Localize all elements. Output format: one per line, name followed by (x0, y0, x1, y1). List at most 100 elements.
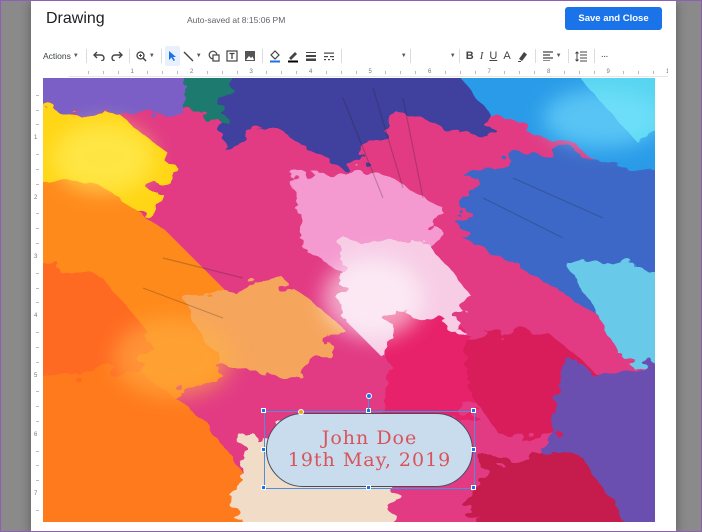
ruler-tick (296, 71, 298, 74)
bubble-date-text[interactable]: 19th May, 2019 (288, 449, 452, 472)
drawing-canvas[interactable]: John Doe 19th May, 2019 (43, 78, 655, 522)
toolbar-divider (534, 49, 536, 63)
ruler-tick (36, 183, 39, 185)
resize-handle-bottom[interactable] (366, 485, 371, 490)
ruler-tick (236, 71, 238, 74)
actions-label: Actions (43, 51, 71, 61)
ruler-tick (36, 243, 39, 245)
ruler-tick (36, 168, 39, 170)
ruler-tick (623, 71, 625, 74)
toolbar-divider (458, 49, 460, 63)
ruler-label: 5 (34, 372, 38, 379)
ruler-label: 1 (34, 135, 38, 142)
shape-icon[interactable] (205, 46, 223, 66)
chevron-down-icon: ▼ (555, 53, 562, 59)
line-spacing-icon[interactable] (572, 46, 591, 66)
ruler-tick (206, 71, 208, 74)
ruler-tick (281, 71, 283, 74)
ruler-tick (177, 71, 179, 74)
text-box-icon[interactable] (223, 46, 241, 66)
image-icon[interactable] (241, 46, 259, 66)
ruler-tick (325, 71, 327, 74)
ruler-label: 2 (190, 69, 194, 75)
ruler-tick (36, 480, 39, 482)
ruler-tick (36, 509, 39, 511)
resize-handle-right[interactable] (471, 447, 476, 452)
underline-icon[interactable]: U (486, 46, 500, 66)
ruler-tick (355, 71, 357, 74)
resize-handle-left[interactable] (261, 447, 266, 452)
ruler-tick (459, 71, 461, 74)
chevron-down-icon: ▼ (400, 53, 407, 59)
align-icon[interactable]: ▼ (539, 46, 565, 66)
chevron-down-icon: ▼ (449, 53, 456, 59)
ruler-tick (504, 71, 506, 74)
resize-handle-top-right[interactable] (471, 408, 476, 413)
select-icon[interactable] (164, 46, 180, 66)
ruler-label: 4 (34, 313, 38, 320)
bubble-name-text[interactable]: John Doe (322, 427, 418, 450)
ruler-tick (87, 71, 89, 74)
ruler-tick (36, 272, 39, 274)
ruler-label: 1 (130, 69, 134, 75)
resize-handle-top-left[interactable] (261, 408, 266, 413)
ruler-label: 6 (34, 431, 38, 438)
ruler-tick (36, 228, 39, 230)
font-dropdown[interactable]: ▼ (345, 48, 407, 64)
undo-icon[interactable] (90, 46, 108, 66)
ruler-tick (36, 450, 39, 452)
ruler-tick (415, 71, 417, 74)
ruler-label: 7 (487, 69, 491, 75)
dialog-header: Drawing Auto-saved at 8:15:06 PM Save an… (31, 0, 676, 44)
toolbar-divider (567, 49, 569, 63)
text-color-icon[interactable]: A (500, 46, 513, 66)
rotate-connector (368, 399, 369, 409)
zoom-icon[interactable]: ▼ (133, 46, 158, 66)
ruler-tick (36, 420, 39, 422)
ruler-tick (36, 332, 39, 334)
redo-icon[interactable] (108, 46, 126, 66)
bold-icon[interactable]: B (463, 46, 477, 66)
ruler-tick (519, 71, 521, 74)
rotate-handle[interactable] (366, 393, 372, 399)
line-color-icon[interactable] (284, 46, 302, 66)
ruler-tick (36, 287, 39, 289)
resize-handle-bottom-left[interactable] (261, 485, 266, 490)
rounded-rectangle-shape[interactable]: John Doe 19th May, 2019 (266, 413, 473, 487)
drawing-dialog: Drawing Auto-saved at 8:15:06 PM Save an… (31, 0, 676, 532)
ruler-label: 5 (368, 69, 372, 75)
ruler-tick (36, 391, 39, 393)
ruler-tick (534, 71, 536, 74)
save-and-close-button[interactable]: Save and Close (565, 7, 662, 30)
actions-menu[interactable]: Actions ▼ (39, 46, 83, 66)
ruler-tick (36, 124, 39, 126)
line-weight-icon[interactable] (302, 46, 320, 66)
toolbar-divider (128, 49, 130, 63)
more-icon[interactable]: ··· (598, 46, 611, 66)
font-size-dropdown[interactable]: ▼ (414, 48, 456, 64)
ruler-label: 6 (428, 69, 432, 75)
resize-handle-bottom-right[interactable] (471, 485, 476, 490)
toolbar-divider (160, 49, 162, 63)
highlight-icon[interactable] (514, 46, 532, 66)
ruler-label: 2 (34, 194, 38, 201)
ruler-tick (578, 71, 580, 74)
ruler-tick (340, 71, 342, 74)
ruler-label: 10 (666, 69, 668, 75)
adjust-handle[interactable] (298, 409, 304, 415)
chevron-down-icon: ▼ (195, 53, 202, 59)
line-dash-icon[interactable] (320, 46, 338, 66)
line-icon[interactable]: ▼ (180, 46, 205, 66)
text-bubble[interactable]: John Doe 19th May, 2019 (261, 393, 476, 490)
ruler-tick (117, 71, 119, 74)
toolbar-divider (261, 49, 263, 63)
ruler-tick (36, 346, 39, 348)
vertical-ruler: 1 2 3 4 5 6 7 (33, 80, 41, 525)
ruler-tick (147, 71, 149, 74)
chevron-down-icon: ▼ (72, 53, 79, 59)
fill-color-icon[interactable] (266, 46, 284, 66)
ruler-tick (385, 71, 387, 74)
italic-icon[interactable]: I (477, 46, 487, 66)
ruler-tick (162, 71, 164, 74)
ruler-tick (36, 154, 39, 156)
